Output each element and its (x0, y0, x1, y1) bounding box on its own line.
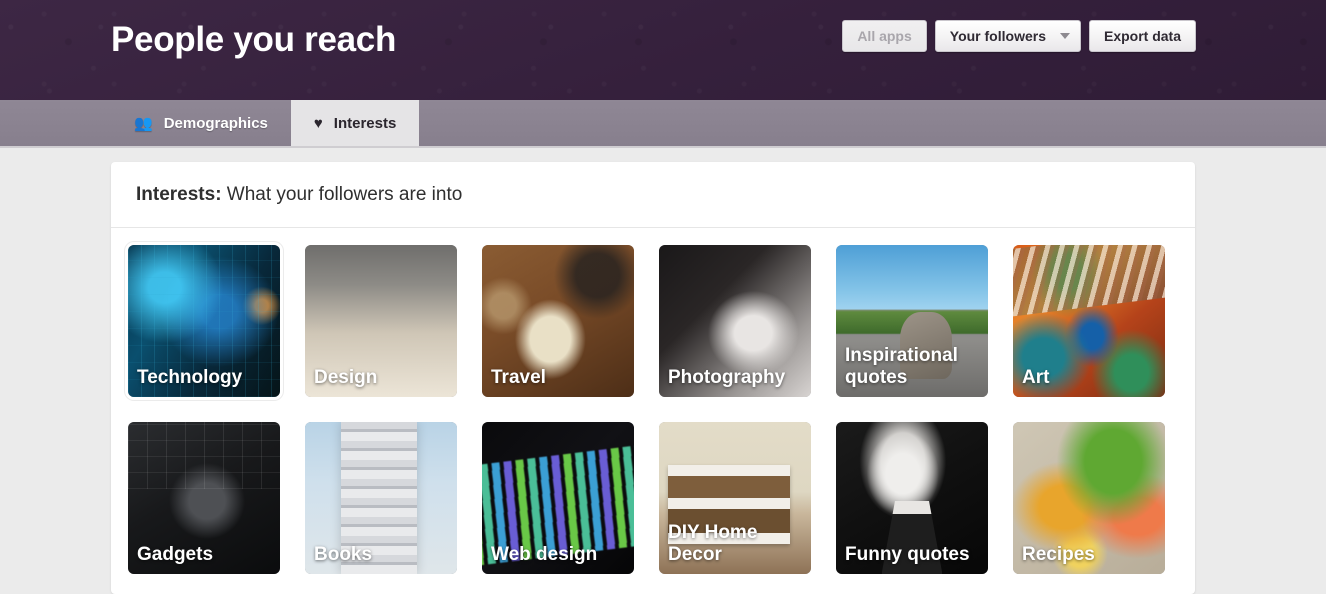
interest-tile-label: Funny quotes (845, 544, 982, 566)
interest-tile[interactable]: Technology (128, 245, 280, 397)
people-group-icon: 👥 (134, 116, 153, 131)
interest-tile-label: Books (314, 544, 451, 566)
interest-tile[interactable]: Inspirational quotes (836, 245, 988, 397)
interest-tile-label: Inspirational quotes (845, 345, 982, 389)
interest-tile[interactable]: Web design (482, 422, 634, 574)
interest-tile[interactable]: DIY Home Decor (659, 422, 811, 574)
card-header: Interests: What your followers are into (111, 162, 1195, 228)
header-button-label: All apps (857, 28, 911, 44)
header-button-all-apps: All apps (842, 20, 926, 52)
tab-bar: 👥 Demographics ♥ Interests (0, 100, 1326, 148)
interest-tile[interactable]: Books (305, 422, 457, 574)
interest-tile[interactable]: Travel (482, 245, 634, 397)
interest-tile-label: DIY Home Decor (668, 522, 805, 566)
interest-tile-label: Recipes (1022, 544, 1159, 566)
chevron-down-icon (1060, 33, 1070, 39)
tab-label: Demographics (164, 115, 268, 132)
interest-tile-label: Web design (491, 544, 628, 566)
header-actions: All apps Your followers Export data (842, 20, 1196, 52)
interest-tile-label: Technology (137, 367, 274, 389)
header-button-export-data[interactable]: Export data (1089, 20, 1196, 52)
interest-tile[interactable]: Photography (659, 245, 811, 397)
interests-card: Interests: What your followers are into … (111, 162, 1195, 594)
header-button-your-followers[interactable]: Your followers (935, 20, 1081, 52)
interest-tile[interactable]: Gadgets (128, 422, 280, 574)
interest-tile-label: Photography (668, 367, 805, 389)
interest-tile-label: Travel (491, 367, 628, 389)
card-heading-label: Interests: (136, 184, 222, 205)
app-header: People you reach All apps Your followers E… (0, 0, 1326, 100)
heart-icon: ♥ (314, 116, 323, 131)
tab-label: Interests (334, 115, 397, 132)
header-button-label: Your followers (950, 28, 1046, 44)
page-title: People you reach (111, 18, 396, 62)
interest-tile[interactable]: Design (305, 245, 457, 397)
header-button-label: Export data (1104, 28, 1181, 44)
interest-tile-label: Art (1022, 367, 1159, 389)
page-content: Interests: What your followers are into … (0, 148, 1326, 594)
card-heading: Interests: What your followers are into (136, 184, 462, 206)
tab-demographics[interactable]: 👥 Demographics (111, 100, 291, 146)
interest-tile[interactable]: Funny quotes (836, 422, 988, 574)
interest-tile[interactable]: Recipes (1013, 422, 1165, 574)
interest-tile-label: Gadgets (137, 544, 274, 566)
interest-tile-label: Design (314, 367, 451, 389)
tab-interests[interactable]: ♥ Interests (291, 100, 419, 146)
card-heading-text: What your followers are into (222, 184, 463, 205)
interest-tile[interactable]: Art (1013, 245, 1165, 397)
interests-grid: Technology Design Travel Photography Inspira… (111, 228, 1195, 594)
